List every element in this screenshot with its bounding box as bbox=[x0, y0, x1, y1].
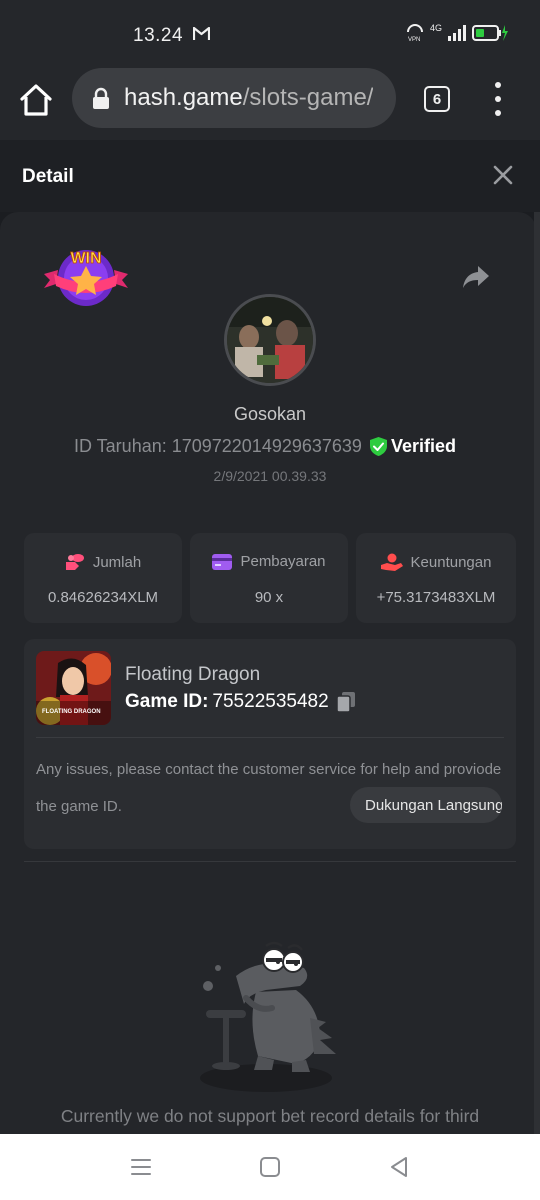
status-bar: 13.24 VPN 4G bbox=[0, 0, 540, 66]
page-title: Detail bbox=[22, 166, 74, 187]
status-time: 13.24 bbox=[133, 25, 184, 46]
recent-apps-icon[interactable] bbox=[130, 1156, 152, 1178]
live-support-label: Dukungan Langsung bbox=[365, 796, 502, 814]
stat-payout-label: Pembayaran bbox=[240, 553, 326, 570]
stat-amount-label: Jumlah bbox=[92, 553, 142, 571]
stat-amount: Jumlah 0.84626234XLM bbox=[24, 533, 182, 623]
address-bar[interactable]: hash.game/slots-game/ bbox=[72, 68, 396, 128]
svg-text:VPN: VPN bbox=[408, 37, 420, 42]
browser-toolbar: hash.game/slots-game/ 6 bbox=[0, 66, 540, 140]
stat-profit: Keuntungan +75.3173483XLM bbox=[356, 533, 516, 623]
bet-id-row: ID Taruhan: 1709722014929637639 Verified bbox=[74, 436, 456, 457]
vpn-key-icon: VPN bbox=[406, 24, 423, 42]
game-id-label: Game ID: bbox=[125, 691, 209, 712]
url-host: hash.game bbox=[124, 84, 243, 111]
back-icon[interactable] bbox=[388, 1156, 410, 1178]
system-nav-bar bbox=[0, 1134, 540, 1200]
home-icon[interactable] bbox=[18, 82, 54, 118]
section-divider bbox=[24, 861, 516, 862]
game-id-row: Game ID: 75522535482 bbox=[125, 691, 355, 713]
win-badge-text: WIN bbox=[70, 250, 101, 267]
card-divider bbox=[36, 737, 504, 738]
avatar-photo-icon bbox=[227, 297, 313, 383]
overflow-menu-icon[interactable] bbox=[488, 82, 508, 116]
stat-payout: Pembayaran 90 x bbox=[190, 533, 348, 623]
coins-icon bbox=[65, 554, 84, 570]
status-icons: VPN 4G bbox=[406, 23, 508, 42]
bet-id: ID Taruhan: 1709722014929637639 bbox=[74, 436, 362, 456]
game-card: FLOATING DRAGON Floating Dragon Game ID:… bbox=[24, 639, 516, 849]
stat-payout-value: 90 x bbox=[254, 589, 284, 606]
avatar bbox=[224, 294, 316, 386]
game-thumb-title: FLOATING DRAGON bbox=[42, 709, 101, 715]
stat-amount-value: 0.84626234XLM bbox=[47, 589, 159, 606]
share-icon[interactable] bbox=[462, 264, 490, 290]
close-icon[interactable] bbox=[492, 164, 514, 186]
copy-icon[interactable] bbox=[336, 692, 355, 712]
gmail-icon bbox=[193, 27, 210, 40]
detail-header: Detail bbox=[0, 140, 540, 212]
username: Gosokan bbox=[233, 404, 307, 424]
verified-badge: Verified bbox=[369, 436, 456, 457]
battery-charging-icon bbox=[472, 25, 508, 41]
stat-profit-value: +75.3173483XLM bbox=[376, 589, 496, 606]
profit-hand-icon bbox=[380, 553, 403, 571]
shield-check-icon bbox=[369, 437, 387, 456]
live-support-button[interactable]: Dukungan Langsung bbox=[350, 787, 502, 823]
signal-icon bbox=[448, 25, 466, 41]
network-type: 4G bbox=[429, 23, 442, 33]
verified-label: Verified bbox=[390, 436, 456, 456]
game-thumbnail[interactable]: FLOATING DRAGON bbox=[36, 651, 111, 725]
win-badge-icon: WIN bbox=[44, 250, 128, 306]
unsupported-message: Currently we do not support bet record d… bbox=[60, 1106, 480, 1126]
lock-icon bbox=[93, 87, 109, 109]
bet-datetime: 2/9/2021 00.39.33 bbox=[213, 468, 327, 484]
floating-dragon-art-icon: FLOATING DRAGON bbox=[36, 651, 111, 725]
crocodile-mascot-icon bbox=[200, 941, 336, 1092]
game-id-value: 75522535482 bbox=[212, 691, 329, 712]
card-icon bbox=[212, 553, 233, 570]
stat-profit-label: Keuntungan bbox=[410, 553, 492, 571]
url-path: /slots-game/ bbox=[242, 84, 374, 111]
home-nav-icon[interactable] bbox=[259, 1156, 281, 1178]
game-name: Floating Dragon bbox=[125, 664, 261, 685]
scrollbar[interactable] bbox=[534, 212, 540, 1142]
tab-switcher-button[interactable]: 6 bbox=[424, 86, 450, 112]
url-text: hash.game/slots-game/ bbox=[124, 84, 373, 112]
